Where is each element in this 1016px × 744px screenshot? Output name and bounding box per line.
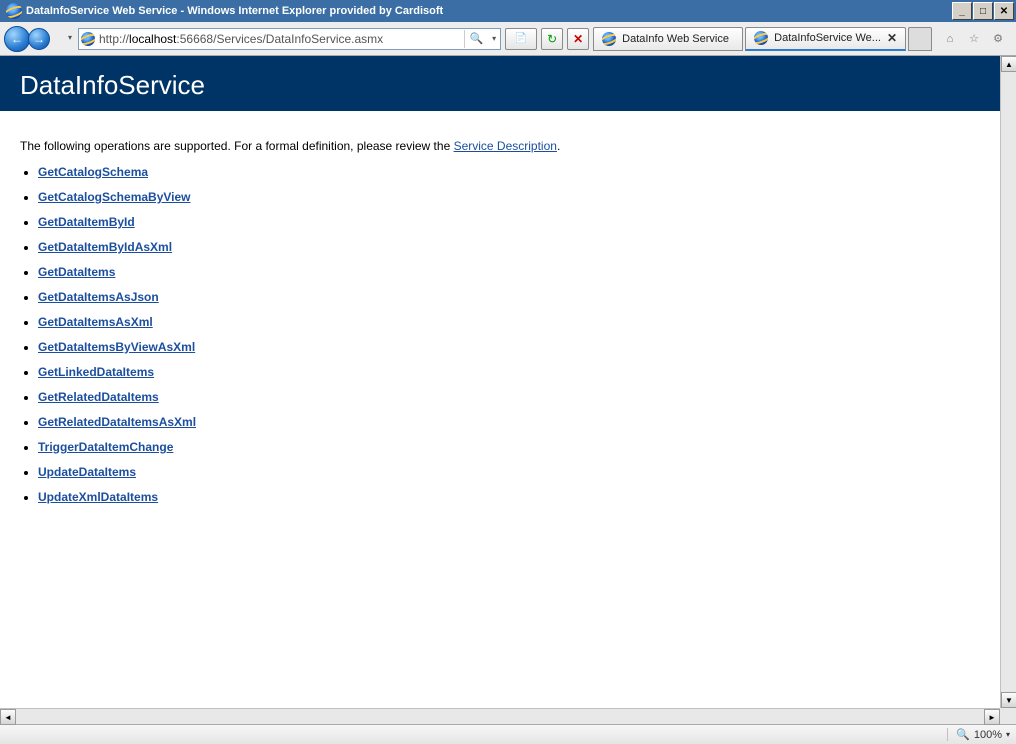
tab-ie-icon bbox=[754, 31, 768, 45]
operation-link[interactable]: GetRelatedDataItemsAsXml bbox=[38, 415, 196, 429]
tab-0[interactable]: DataInfo Web Service bbox=[593, 27, 743, 51]
operation-item: GetDataItems bbox=[38, 265, 980, 279]
service-description-link[interactable]: Service Description bbox=[454, 139, 557, 153]
tab-bar: DataInfo Web Service DataInfoService We.… bbox=[593, 27, 932, 51]
operation-link[interactable]: GetLinkedDataItems bbox=[38, 365, 154, 379]
close-window-button[interactable]: ✕ bbox=[994, 2, 1014, 20]
operation-link[interactable]: UpdateXmlDataItems bbox=[38, 490, 158, 504]
operation-item: GetRelatedDataItemsAsXml bbox=[38, 415, 980, 429]
back-button[interactable] bbox=[4, 26, 30, 52]
horizontal-scrollbar[interactable]: ◄ ► bbox=[0, 708, 1000, 724]
scroll-up-button[interactable]: ▲ bbox=[1001, 56, 1016, 72]
scroll-down-button[interactable]: ▼ bbox=[1001, 692, 1016, 708]
refresh-button[interactable]: ↻ bbox=[541, 28, 563, 50]
operation-link[interactable]: GetDataItemByIdAsXml bbox=[38, 240, 172, 254]
scroll-right-button[interactable]: ► bbox=[984, 709, 1000, 725]
zoom-dropdown-icon[interactable]: ▾ bbox=[1006, 730, 1010, 739]
tab-label: DataInfoService We... bbox=[774, 32, 881, 44]
url-host: localhost bbox=[129, 32, 176, 46]
operation-item: GetDataItemByIdAsXml bbox=[38, 240, 980, 254]
page-ie-icon bbox=[81, 32, 95, 46]
operation-item: GetCatalogSchema bbox=[38, 165, 980, 179]
operation-item: GetCatalogSchemaByView bbox=[38, 190, 980, 204]
search-dropdown[interactable]: ▾ bbox=[492, 34, 498, 43]
status-bar: 🔍 100% ▾ bbox=[0, 724, 1016, 744]
operation-link[interactable]: UpdateDataItems bbox=[38, 465, 136, 479]
operation-link[interactable]: GetDataItems bbox=[38, 265, 115, 279]
intro-post: . bbox=[557, 139, 560, 153]
compatibility-button[interactable]: 📄 bbox=[505, 28, 537, 50]
maximize-button[interactable]: □ bbox=[973, 2, 993, 20]
arrow-left-icon bbox=[11, 32, 23, 46]
service-banner: DataInfoService bbox=[0, 56, 1000, 111]
operation-item: GetDataItemsByViewAsXml bbox=[38, 340, 980, 354]
tools-gear-icon[interactable]: ⚙ bbox=[990, 31, 1006, 47]
arrow-right-icon bbox=[33, 32, 45, 46]
operation-item: GetDataItemsAsXml bbox=[38, 315, 980, 329]
forward-button[interactable] bbox=[28, 28, 50, 50]
nav-history-dropdown[interactable]: ▾ bbox=[68, 33, 72, 42]
operation-item: UpdateDataItems bbox=[38, 465, 980, 479]
address-bar[interactable]: http://localhost:56668/Services/DataInfo… bbox=[78, 28, 501, 50]
scroll-corner bbox=[1000, 708, 1016, 724]
new-tab-button[interactable] bbox=[908, 27, 932, 51]
zoom-value: 100% bbox=[974, 729, 1002, 741]
address-right: 🔍 ▾ bbox=[464, 30, 498, 48]
operation-item: GetDataItemById bbox=[38, 215, 980, 229]
ie-app-icon bbox=[6, 3, 22, 19]
favorites-icon[interactable]: ☆ bbox=[966, 31, 982, 47]
scroll-left-button[interactable]: ◄ bbox=[0, 709, 16, 725]
toolbar: ▾ http://localhost:56668/Services/DataIn… bbox=[0, 22, 1016, 56]
stop-button[interactable]: ✕ bbox=[567, 28, 589, 50]
url-path: :56668/Services/DataInfoService.asmx bbox=[176, 32, 383, 46]
tab-label: DataInfo Web Service bbox=[622, 33, 729, 45]
scroll-track[interactable] bbox=[1001, 72, 1016, 692]
page-body: The following operations are supported. … bbox=[0, 111, 1000, 531]
nav-buttons: ▾ bbox=[4, 25, 60, 53]
url-prefix: http:// bbox=[99, 32, 129, 46]
page-content: DataInfoService The following operations… bbox=[0, 56, 1000, 708]
scroll-track[interactable] bbox=[16, 709, 984, 724]
zoom-control[interactable]: 🔍 100% ▾ bbox=[947, 728, 1010, 741]
operation-link[interactable]: GetDataItemById bbox=[38, 215, 135, 229]
operation-item: GetDataItemsAsJson bbox=[38, 290, 980, 304]
address-text[interactable]: http://localhost:56668/Services/DataInfo… bbox=[99, 32, 460, 46]
tab-1[interactable]: DataInfoService We... ✕ bbox=[745, 27, 906, 51]
home-icon[interactable]: ⌂ bbox=[942, 31, 958, 47]
command-bar: ⌂ ☆ ⚙ bbox=[936, 31, 1012, 47]
window-buttons: _ □ ✕ bbox=[951, 2, 1014, 20]
window-title: DataInfoService Web Service - Windows In… bbox=[26, 5, 443, 17]
tab-close-button[interactable]: ✕ bbox=[887, 31, 897, 45]
tab-ie-icon bbox=[602, 32, 616, 46]
operation-link[interactable]: GetCatalogSchemaByView bbox=[38, 190, 191, 204]
operation-item: GetRelatedDataItems bbox=[38, 390, 980, 404]
operation-link[interactable]: GetCatalogSchema bbox=[38, 165, 148, 179]
operation-item: GetLinkedDataItems bbox=[38, 365, 980, 379]
operation-item: TriggerDataItemChange bbox=[38, 440, 980, 454]
zoom-icon: 🔍 bbox=[956, 728, 970, 741]
search-icon[interactable]: 🔍 bbox=[464, 30, 488, 48]
operation-item: UpdateXmlDataItems bbox=[38, 490, 980, 504]
operation-link[interactable]: TriggerDataItemChange bbox=[38, 440, 173, 454]
vertical-scrollbar[interactable]: ▲ ▼ bbox=[1000, 56, 1016, 708]
operation-link[interactable]: GetDataItemsAsJson bbox=[38, 290, 159, 304]
operation-link[interactable]: GetDataItemsAsXml bbox=[38, 315, 153, 329]
page-title: DataInfoService bbox=[20, 70, 980, 101]
operations-list: GetCatalogSchema GetCatalogSchemaByView … bbox=[38, 165, 980, 504]
operation-link[interactable]: GetRelatedDataItems bbox=[38, 390, 159, 404]
titlebar-left: DataInfoService Web Service - Windows In… bbox=[2, 3, 443, 19]
minimize-button[interactable]: _ bbox=[952, 2, 972, 20]
window-titlebar: DataInfoService Web Service - Windows In… bbox=[0, 0, 1016, 22]
operation-link[interactable]: GetDataItemsByViewAsXml bbox=[38, 340, 195, 354]
viewport: DataInfoService The following operations… bbox=[0, 56, 1016, 724]
intro-pre: The following operations are supported. … bbox=[20, 139, 454, 153]
intro-text: The following operations are supported. … bbox=[20, 139, 980, 153]
